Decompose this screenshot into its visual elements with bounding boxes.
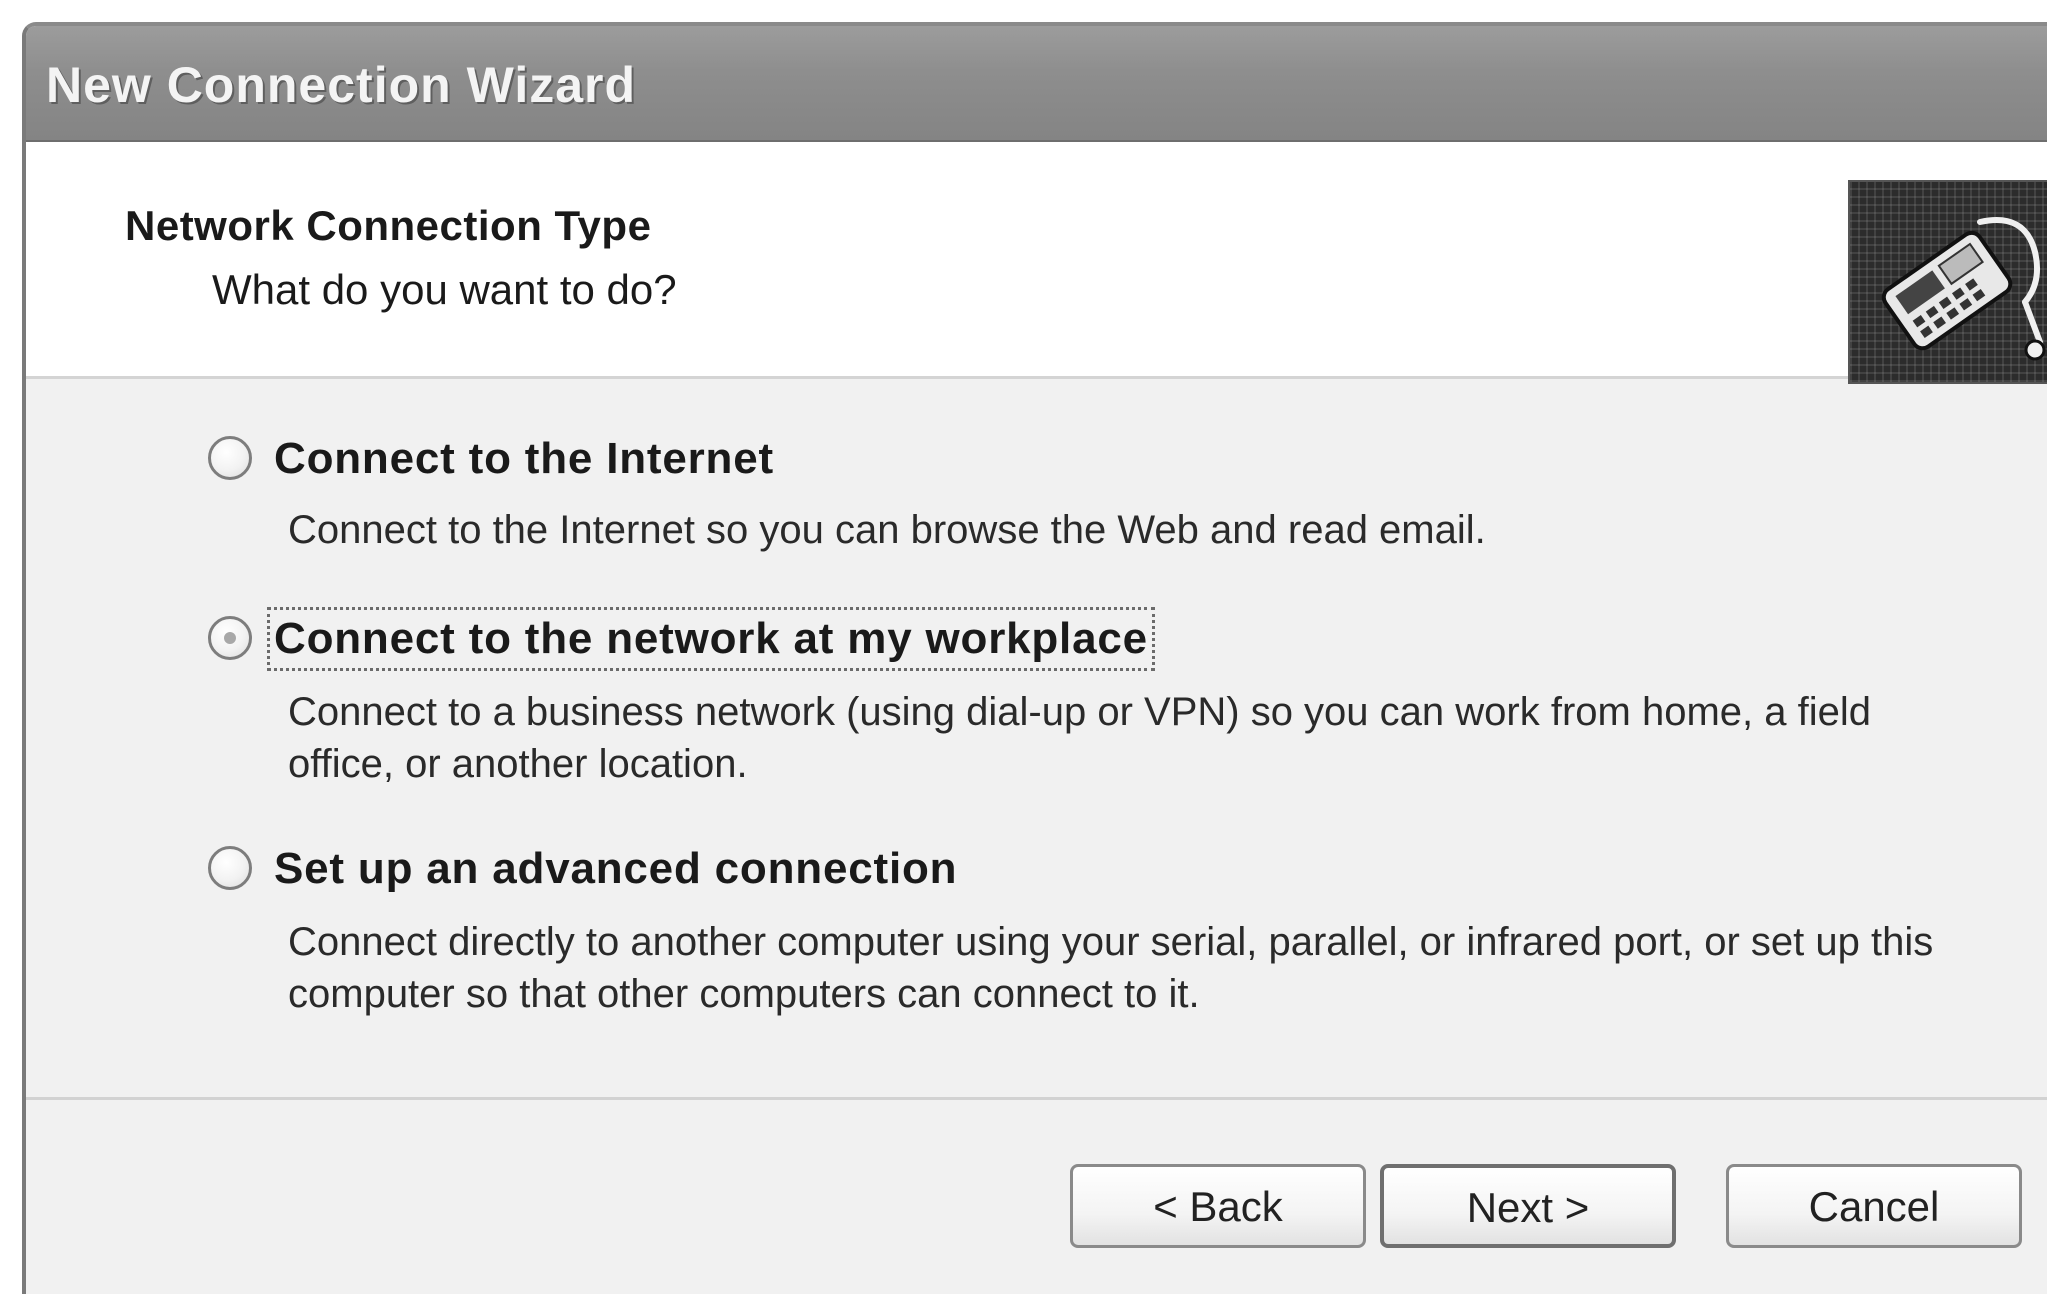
radio-connect-internet[interactable] [208,436,252,480]
wizard-window: New Connection Wizard Network Connection… [22,22,2047,1294]
option-label-connect-internet[interactable]: Connect to the Internet [274,434,774,484]
page-subtitle: What do you want to do? [212,266,677,313]
option-label-advanced-connection[interactable]: Set up an advanced connection [274,844,957,894]
next-button[interactable]: Next > [1380,1164,1676,1248]
cancel-button[interactable]: Cancel [1726,1164,2022,1248]
window-title: New Connection Wizard [46,57,637,113]
option-desc-connect-internet: Connect to the Internet so you can brows… [288,508,1486,552]
network-connection-icon [1848,180,2047,384]
option-desc-advanced-connection: Connect directly to another computer usi… [288,920,1934,1016]
back-button[interactable]: < Back [1070,1164,1366,1248]
option-label-connect-workplace[interactable]: Connect to the network at my workplace [267,607,1155,671]
radio-advanced-connection[interactable] [208,846,252,890]
footer-divider [26,1097,2047,1100]
radio-connect-workplace[interactable] [208,616,252,660]
page-title: Network Connection Type [125,202,652,249]
title-bar[interactable]: New Connection Wizard [26,26,2047,142]
option-desc-connect-workplace: Connect to a business network (using dia… [288,690,1871,786]
wizard-header: Network Connection Type What do you want… [26,142,2047,384]
